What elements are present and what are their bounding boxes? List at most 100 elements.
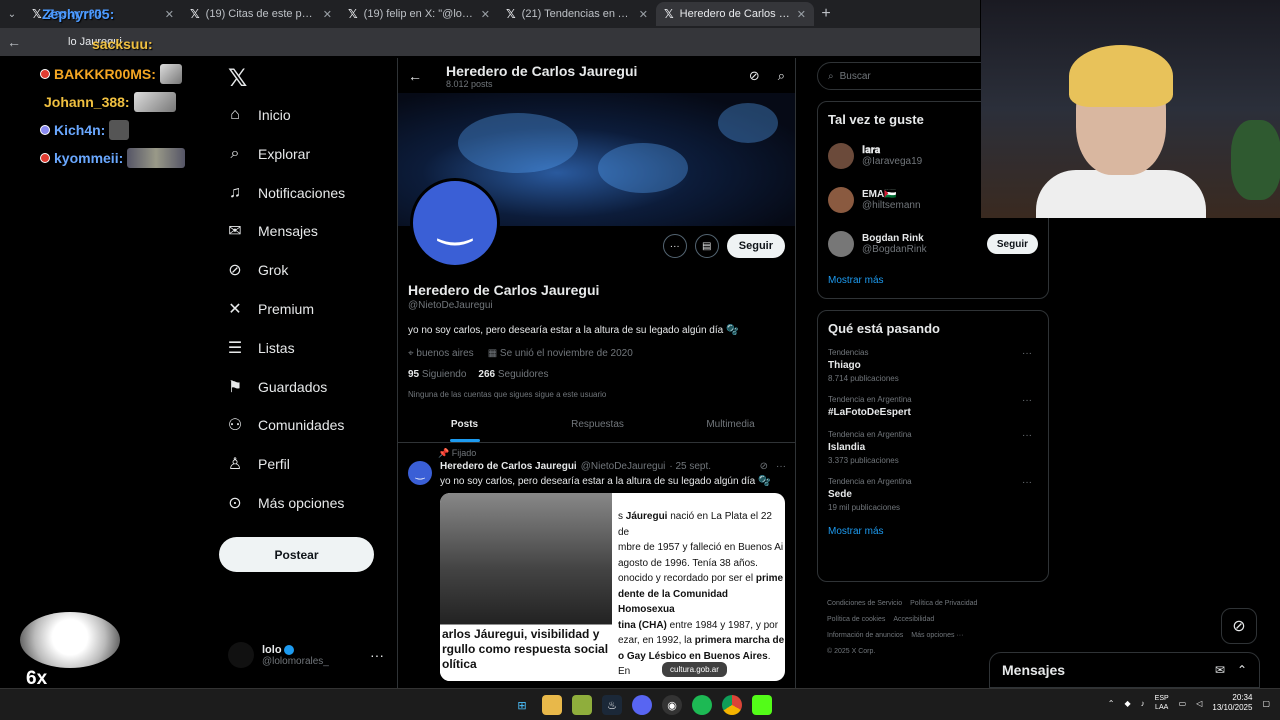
suggested-user[interactable]: Bogdan Rink @BogdanRink Seguir <box>828 229 1038 259</box>
more-dots-icon[interactable]: ··· <box>1022 395 1032 406</box>
mic-icon[interactable]: ♪ <box>1141 699 1145 708</box>
close-tab-icon[interactable]: ✕ <box>639 8 648 21</box>
footer-link[interactable]: Accesibilidad <box>893 616 934 623</box>
verified-badge-icon <box>283 644 294 655</box>
messages-title: Mensajes <box>1002 662 1066 678</box>
media-link-domain[interactable]: cultura.gob.ar <box>662 662 727 677</box>
nav-item-label: Premium <box>258 301 315 317</box>
trend-item[interactable]: Tendencia en Argentina Sede 19 mil publi… <box>828 477 1038 512</box>
messages-drawer[interactable]: Mensajes ✉ ⌃ <box>989 652 1260 688</box>
account-switcher[interactable]: lolo @lolomorales_ ··· <box>228 642 384 668</box>
nav-item-grok[interactable]: ⊘ Grok <box>226 261 288 279</box>
trend-item[interactable]: Tendencia en Argentina Islandia 3.373 pu… <box>828 430 1038 465</box>
grok-floating-button[interactable]: ⊘ <box>1221 608 1257 644</box>
language-indicator[interactable]: ESP LAA <box>1155 694 1169 712</box>
spotify-icon[interactable] <box>692 695 712 715</box>
more-dots-icon[interactable]: ··· <box>1022 430 1032 441</box>
nav-item-explorar[interactable]: ⌕ Explorar <box>226 145 311 163</box>
badge-icon <box>40 69 50 79</box>
nav-item-guardados[interactable]: ⚑ Guardados <box>226 378 327 396</box>
close-tab-icon[interactable]: ✕ <box>481 8 490 21</box>
post-author[interactable]: Heredero de Carlos Jauregui <box>440 461 577 472</box>
profile-bio: yo no soy carlos, pero desearía estar a … <box>408 325 739 336</box>
more-dots-icon[interactable]: ··· <box>370 647 384 663</box>
post-avatar[interactable]: ‿ <box>408 461 432 485</box>
security-icon[interactable]: ◆ <box>1125 699 1131 708</box>
browser-tab-3[interactable]: 𝕏 (19) felip en X: "@lolomorales_ ✕ <box>340 2 498 26</box>
windows-start-icon[interactable]: ⊞ <box>512 695 532 715</box>
nav-item-inicio[interactable]: ⌂ Inicio <box>226 106 291 124</box>
footer-link[interactable]: Condiciones de Servicio <box>827 600 902 607</box>
trend-item[interactable]: Tendencias Thiago 8.714 publicaciones ··… <box>828 348 1038 383</box>
pinned-post[interactable]: 📌 Fijado ‿ Heredero de Carlos Jauregui @… <box>398 444 795 685</box>
post-date[interactable]: · 25 sept. <box>669 461 711 472</box>
post-handle[interactable]: @NietoDeJauregui <box>581 461 666 472</box>
steam-icon[interactable]: ♨ <box>602 695 622 715</box>
tab-media[interactable]: Multimedia <box>664 406 795 442</box>
footer-link[interactable]: Información de anuncios <box>827 632 903 639</box>
tab-posts[interactable]: Posts <box>398 406 531 442</box>
discord-icon[interactable] <box>632 695 652 715</box>
back-arrow-icon[interactable]: ← <box>408 68 446 84</box>
post-media-card[interactable]: arlos Jáuregui, visibilidad y rgullo com… <box>440 493 785 681</box>
close-tab-icon[interactable]: ✕ <box>797 8 806 21</box>
search-icon[interactable]: ⌕ <box>778 68 785 84</box>
x-logo-icon[interactable]: 𝕏 <box>228 64 247 93</box>
close-tab-icon[interactable]: ✕ <box>323 8 332 21</box>
more-options-button[interactable]: ··· <box>662 234 687 258</box>
more-dots-icon[interactable]: ··· <box>776 461 786 472</box>
show-more-link[interactable]: Mostrar más <box>828 275 1038 286</box>
show-more-trends-link[interactable]: Mostrar más <box>828 526 1038 537</box>
media-caption: arlos Jáuregui, visibilidad y rgullo com… <box>440 625 612 681</box>
nav-item-listas[interactable]: ☰ Listas <box>226 339 295 357</box>
clock[interactable]: 20:34 13/10/2025 <box>1212 693 1252 714</box>
nav-item-más-opciones[interactable]: ⊙ Más opciones <box>226 494 344 512</box>
more-dots-icon[interactable]: ··· <box>1022 348 1032 359</box>
footer-link[interactable]: Política de cookies <box>827 616 885 623</box>
nav-item-comunidades[interactable]: ⚇ Comunidades <box>226 416 345 434</box>
chrome-icon[interactable] <box>722 695 742 715</box>
new-tab-button[interactable]: + <box>814 5 838 23</box>
close-tab-icon[interactable]: ✕ <box>165 8 174 21</box>
account-name: lolo <box>262 644 329 656</box>
more-dots-icon[interactable]: ··· <box>1022 477 1032 488</box>
volume-icon[interactable]: ◁ <box>1196 699 1202 708</box>
chat-user: Kich4n: <box>54 122 106 138</box>
list-icon: ☰ <box>227 340 243 357</box>
mutual-followers-note: Ninguna de las cuentas que sigues sigue … <box>408 390 607 399</box>
nav-item-label: Mensajes <box>258 223 318 239</box>
badge-icon <box>40 153 50 163</box>
browser-tab-4[interactable]: 𝕏 (21) Tendencias en Argentina e ✕ <box>498 2 656 26</box>
subscribe-icon[interactable]: ▤ <box>694 234 719 258</box>
network-icon[interactable]: ▭ <box>1179 699 1187 708</box>
app-icon[interactable] <box>572 695 592 715</box>
notification-icon[interactable]: ▢ <box>1262 699 1270 708</box>
expand-icon[interactable]: ⌃ <box>1237 663 1247 677</box>
profile-avatar[interactable]: ‿ <box>410 178 500 268</box>
follow-button[interactable]: Seguir <box>986 234 1038 254</box>
browser-tab-5-active[interactable]: 𝕏 Heredero de Carlos Jauregui (@ ✕ <box>656 2 814 26</box>
windows-taskbar: ⊞ ♨ ◉ ⌃ ◆ ♪ ESP LAA ▭ ◁ 20:34 13/10/2025 ▢ <box>0 688 1280 720</box>
tab-list-button[interactable]: ⌄ <box>0 4 24 24</box>
obs-icon[interactable]: ◉ <box>662 695 682 715</box>
followers-link[interactable]: 266 Seguidores <box>478 369 548 380</box>
nav-item-mensajes[interactable]: ✉ Mensajes <box>226 222 318 240</box>
new-message-icon[interactable]: ✉ <box>1215 663 1225 677</box>
browser-tab-2[interactable]: 𝕏 (19) Citas de este post / X ✕ <box>182 2 340 26</box>
file-explorer-icon[interactable] <box>542 695 562 715</box>
chevron-up-icon[interactable]: ⌃ <box>1108 699 1115 708</box>
post-button[interactable]: Postear <box>219 537 374 572</box>
nav-item-notificaciones[interactable]: ♫ Notificaciones <box>226 184 345 202</box>
kick-icon[interactable] <box>752 695 772 715</box>
follow-button[interactable]: Seguir <box>726 234 785 258</box>
footer-link[interactable]: Más opciones ··· <box>911 632 963 639</box>
tab-replies[interactable]: Respuestas <box>531 406 664 442</box>
grok-icon[interactable]: ⊘ <box>760 461 768 472</box>
following-link[interactable]: 95 Siguiendo <box>408 369 466 380</box>
trend-item[interactable]: Tendencia en Argentina #LaFotoDeEspert ·… <box>828 395 1038 418</box>
footer-link[interactable]: Política de Privacidad <box>910 600 977 607</box>
nav-item-perfil[interactable]: ♙ Perfil <box>226 455 290 473</box>
browser-back-icon[interactable]: ← <box>0 34 28 50</box>
grok-icon[interactable]: ⊘ <box>749 68 760 84</box>
nav-item-premium[interactable]: ✕ Premium <box>226 300 314 318</box>
